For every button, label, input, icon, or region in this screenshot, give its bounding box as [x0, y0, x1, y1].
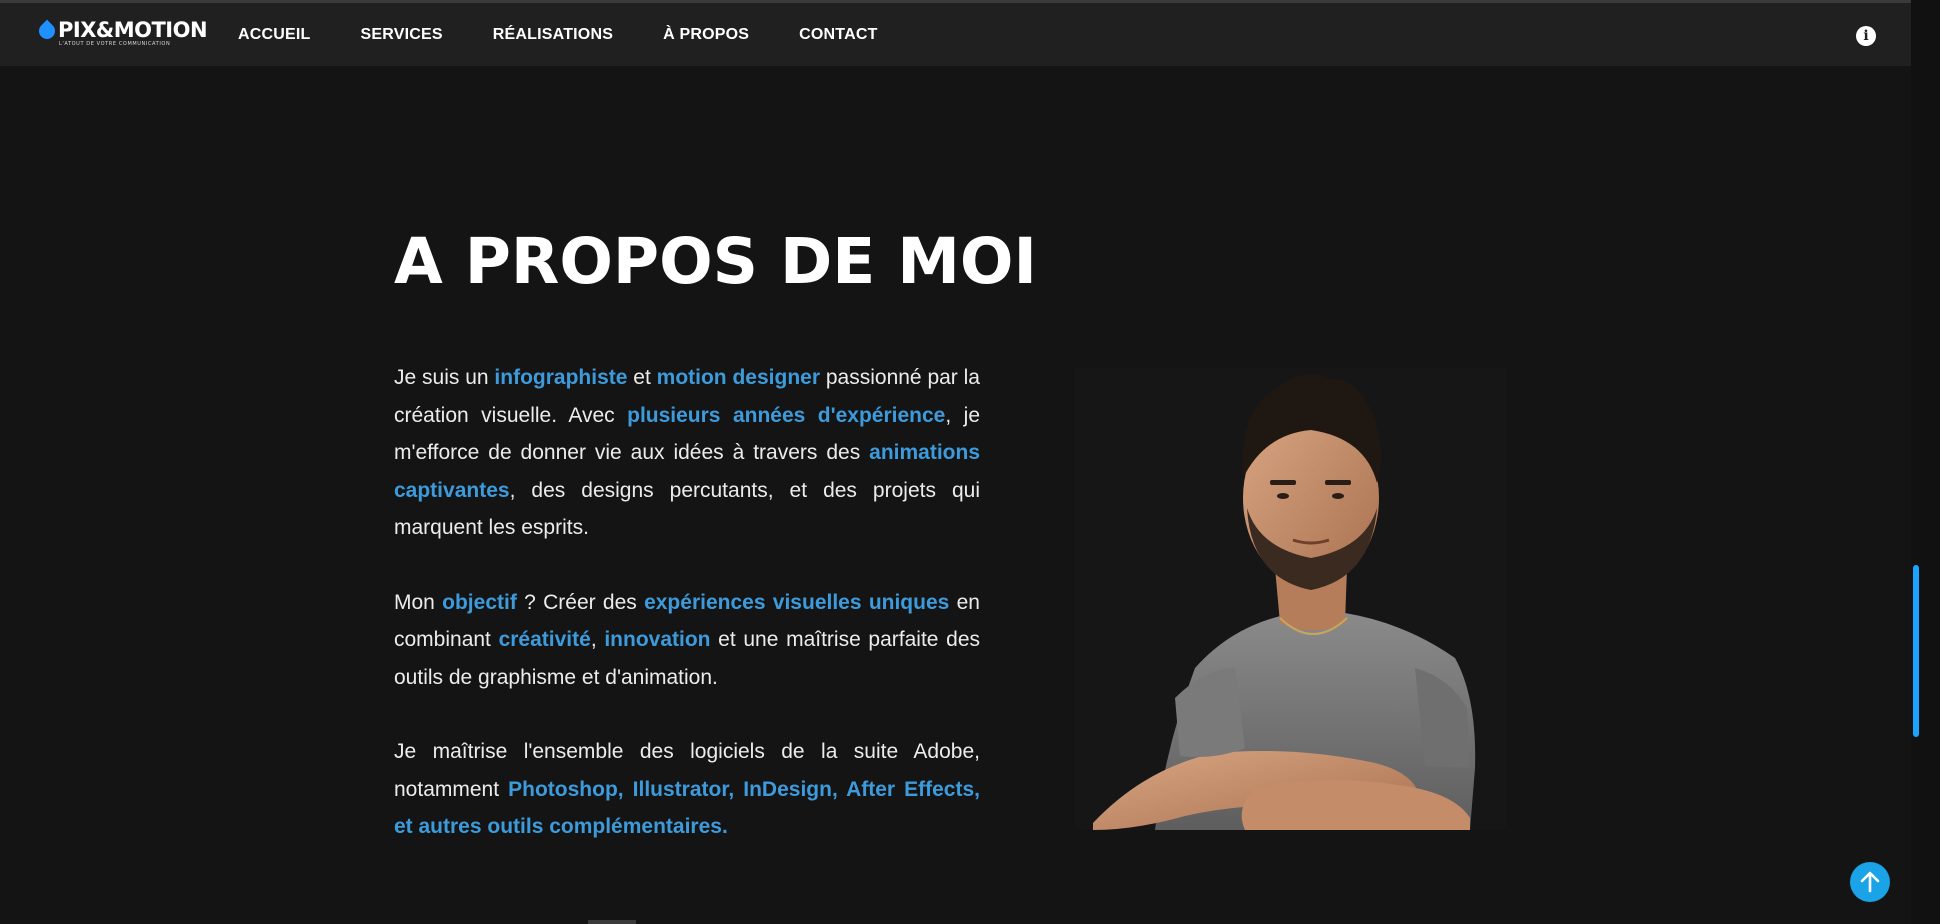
- nav-realisations[interactable]: RÉALISATIONS: [493, 26, 613, 44]
- highlight-creativite: créativité: [498, 628, 591, 651]
- highlight-experience: plusieurs années d'expérience: [627, 403, 946, 427]
- highlight-infographiste: infographiste: [494, 366, 628, 389]
- text: Je suis un: [394, 366, 495, 389]
- bottom-handle: [588, 920, 636, 924]
- text: Mon: [394, 590, 443, 614]
- back-to-top-button[interactable]: [1850, 862, 1890, 902]
- text: et: [627, 366, 657, 389]
- info-icon[interactable]: i: [1856, 26, 1876, 46]
- highlight-motion-designer: motion designer: [656, 366, 821, 389]
- about-paragraph-1: Je suis un infographiste et motion desig…: [394, 359, 980, 547]
- highlight-innovation: innovation: [604, 628, 711, 651]
- about-paragraph-2: Mon objectif ? Créer des expériences vis…: [394, 584, 980, 697]
- text: ,: [590, 628, 605, 651]
- site-logo[interactable]: PIX&MOTION L'ATOUT DE VOTRE COMMUNICATIO…: [35, 18, 208, 50]
- nav-contact[interactable]: CONTACT: [799, 26, 877, 44]
- highlight-experiences: expériences visuelles uniques: [644, 590, 950, 614]
- section-title: A PROPOS DE MOI: [394, 225, 1037, 298]
- logo-drop-icon: [35, 19, 59, 43]
- nav-a-propos[interactable]: À PROPOS: [663, 26, 749, 44]
- text: ? Créer des: [516, 590, 645, 614]
- about-paragraph-3: Je maîtrise l'ensemble des logiciels de …: [394, 733, 980, 846]
- arrow-up-icon: [1860, 871, 1880, 893]
- nav-services[interactable]: SERVICES: [361, 26, 443, 44]
- about-text: Je suis un infographiste et motion desig…: [394, 359, 980, 883]
- logo-tagline: L'ATOUT DE VOTRE COMMUNICATION: [59, 41, 171, 47]
- portrait-photo: [1075, 368, 1507, 830]
- main-nav: ACCUEIL SERVICES RÉALISATIONS À PROPOS C…: [238, 3, 928, 66]
- scrollbar-track[interactable]: [1911, 0, 1940, 924]
- highlight-objectif: objectif: [442, 590, 517, 614]
- site-header: PIX&MOTION L'ATOUT DE VOTRE COMMUNICATIO…: [0, 0, 1911, 66]
- nav-accueil[interactable]: ACCUEIL: [238, 26, 311, 44]
- logo-text: PIX&MOTION: [58, 18, 208, 42]
- page: PIX&MOTION L'ATOUT DE VOTRE COMMUNICATIO…: [0, 0, 1940, 924]
- scrollbar-thumb[interactable]: [1913, 565, 1919, 737]
